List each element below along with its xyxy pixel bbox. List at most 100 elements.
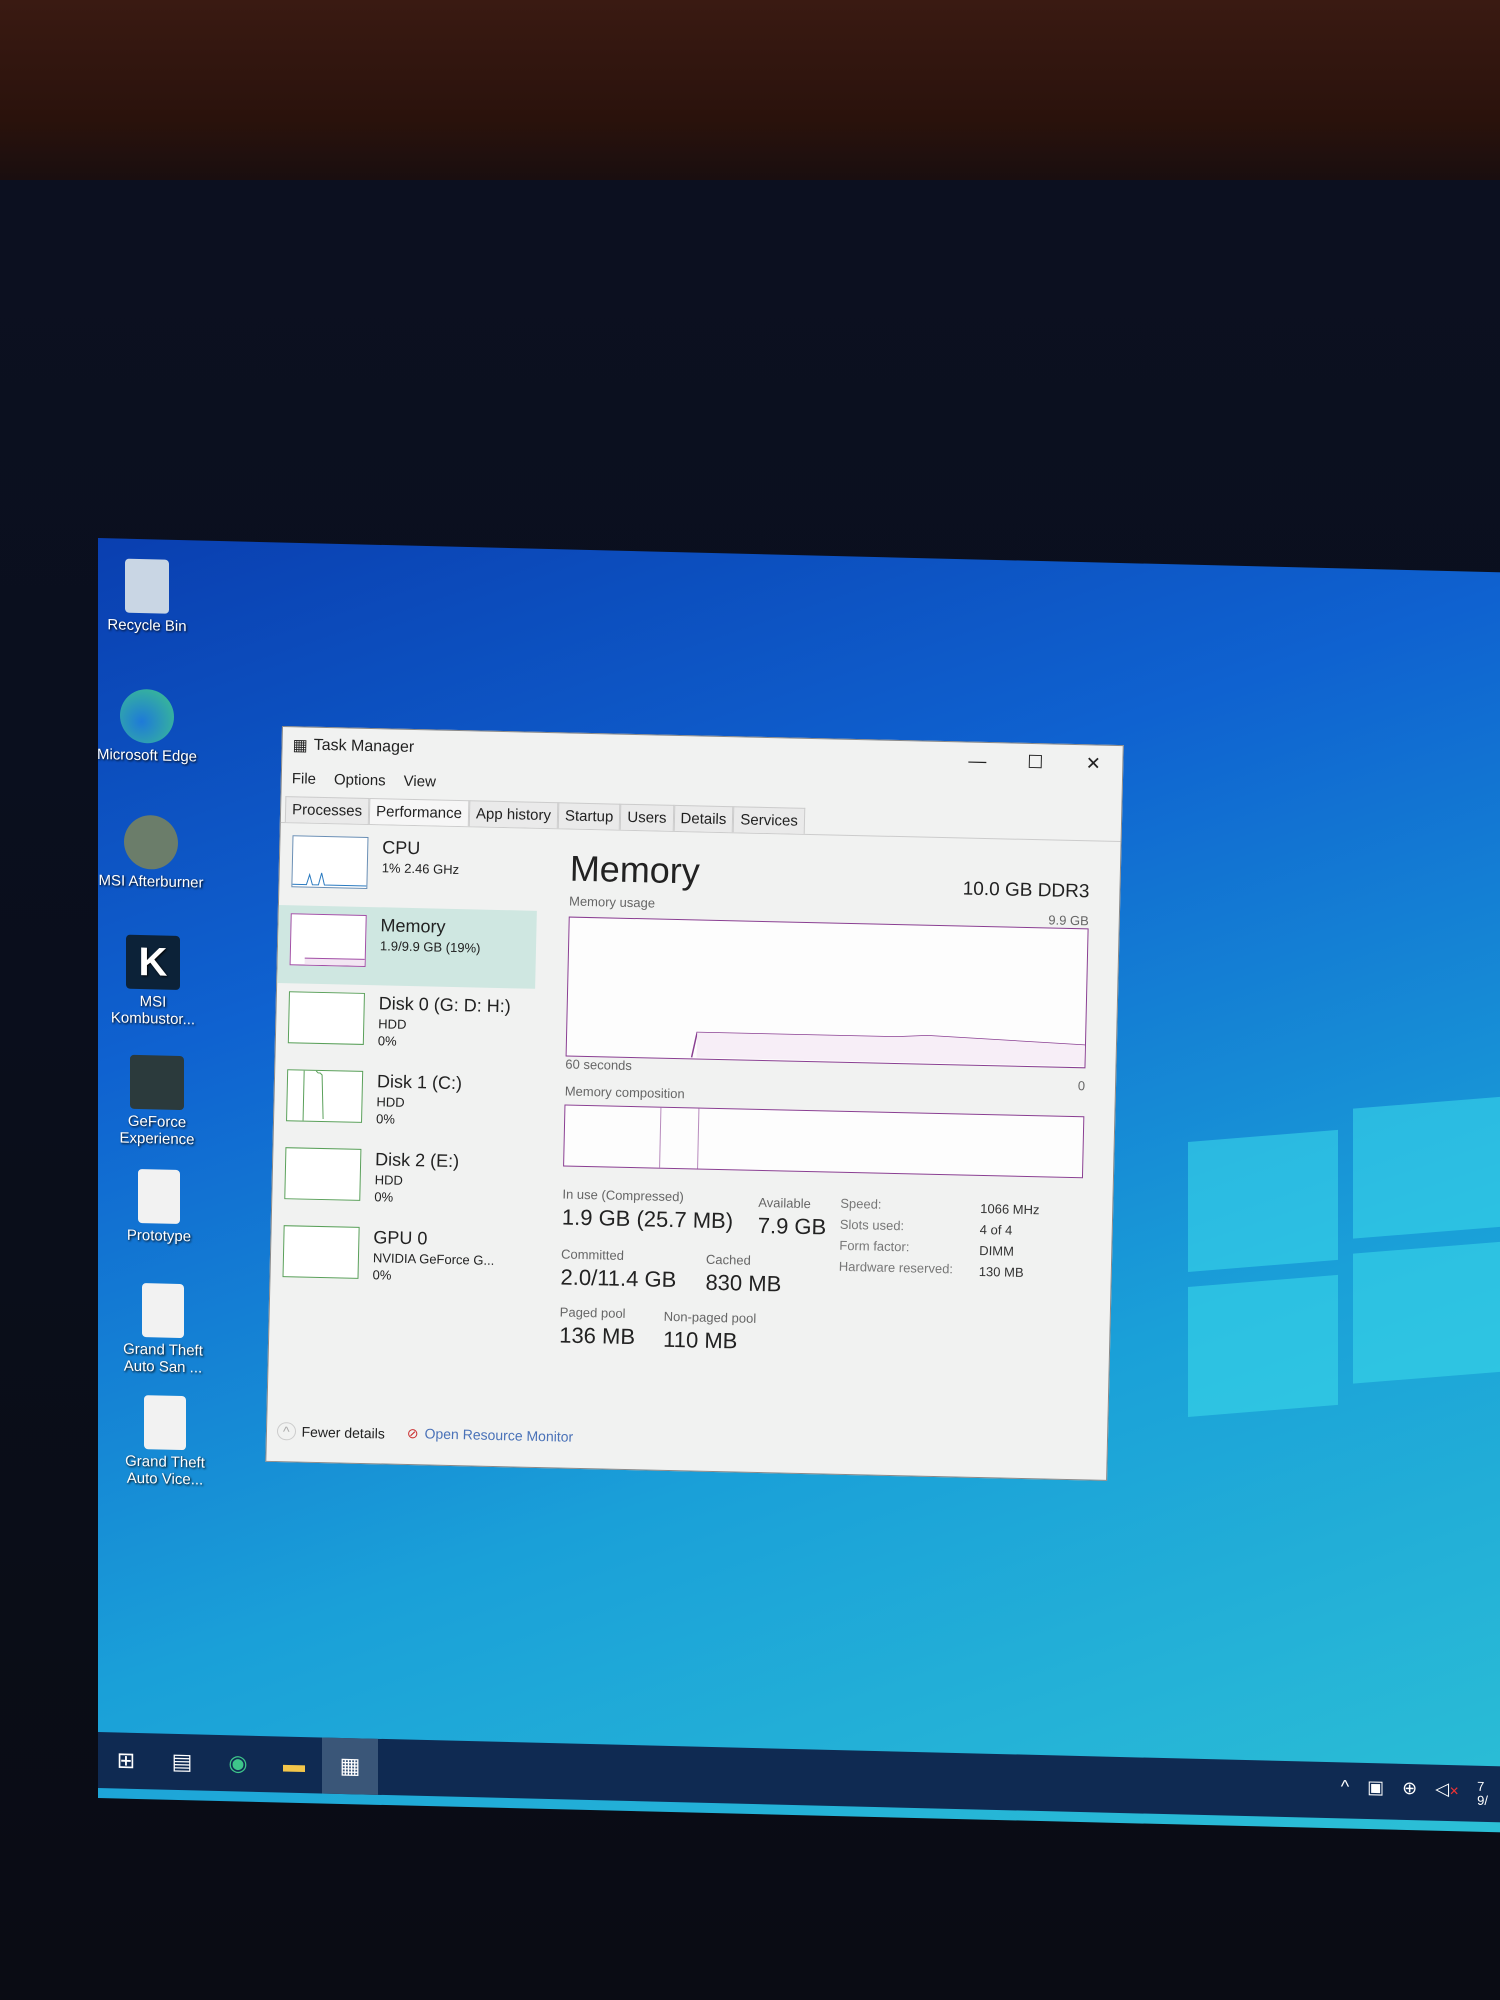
cpu-sparkline (292, 872, 367, 887)
task-manager-window: ▦ Task Manager — ☐ ✕ File Options View P… (265, 726, 1124, 1481)
paged-pool-label: Paged pool (559, 1304, 626, 1321)
task-view-icon: ▤ (171, 1748, 193, 1775)
zero-label: 0 (1077, 1078, 1086, 1094)
desktop-icon-kombustor[interactable]: K MSI Kombustor... (98, 934, 208, 1029)
folder-icon: ▬ (283, 1751, 305, 1778)
item-name: GPU 0 (373, 1227, 428, 1249)
tab-app-history[interactable]: App history (468, 800, 559, 829)
item-name: Disk 2 (E:) (374, 1149, 460, 1172)
memory-thumbnail-graph (289, 913, 367, 967)
item-usage: 0% (372, 1267, 392, 1283)
clock[interactable]: 7 9/ (1477, 1779, 1488, 1808)
speed-value: 1066 MHz (980, 1200, 1040, 1218)
disk-thumbnail-graph (286, 1069, 364, 1123)
tab-processes[interactable]: Processes (284, 796, 370, 824)
cpu-thumbnail-graph (291, 835, 369, 889)
committed-label: Committed (560, 1246, 625, 1263)
menu-options[interactable]: Options (334, 771, 386, 789)
item-name: Disk 0 (G: D: H:) (378, 993, 511, 1017)
desktop-icon-gta-vc[interactable]: Grand Theft Auto Vice... (110, 1394, 220, 1489)
desktop-icon-prototype[interactable]: Prototype (104, 1168, 214, 1246)
desktop-icon-edge[interactable]: Microsoft Edge (98, 688, 202, 766)
item-usage: 0% (374, 1189, 394, 1205)
taskbar-task-manager[interactable]: ▦ (322, 1737, 378, 1795)
sidebar-item-disk0[interactable]: Disk 0 (G: D: H:) HDD 0% (275, 983, 535, 1067)
hw-reserved-label: Hardware reserved: (838, 1258, 954, 1277)
network-icon[interactable]: ⊕ (1402, 1778, 1417, 1806)
resource-monitor-icon: ⊘ (406, 1425, 419, 1442)
desktop-icon-afterburner[interactable]: MSI Afterburner (98, 814, 206, 892)
item-detail: HDD (374, 1172, 404, 1188)
usage-label: Memory usage (568, 893, 656, 911)
afterburner-icon (124, 814, 178, 870)
modified-segment (660, 1107, 700, 1169)
available-value: 7.9 GB (757, 1212, 827, 1240)
memory-usage-line (690, 1031, 1086, 1067)
system-tray: ^ ▣ ⊕ ◁✕ 7 9/ (1341, 1776, 1488, 1808)
taskbar-file-explorer[interactable]: ▬ (266, 1736, 322, 1793)
available-label: Available (758, 1194, 812, 1212)
slots-label: Slots used: (839, 1216, 905, 1234)
edge-icon (120, 688, 174, 744)
nonpaged-pool-value: 110 MB (662, 1326, 738, 1354)
tab-users[interactable]: Users (620, 803, 674, 831)
memory-usage-graph (565, 916, 1089, 1069)
file-icon (138, 1168, 180, 1225)
chevron-up-icon: ^ (276, 1421, 296, 1440)
footer: ^ Fewer details ⊘ Open Resource Monitor (276, 1421, 574, 1446)
fewer-details-button[interactable]: ^ Fewer details (276, 1421, 385, 1441)
nonpaged-pool-label: Non-paged pool (663, 1308, 757, 1326)
geforce-icon (130, 1054, 184, 1111)
device-icon[interactable]: ▣ (1367, 1777, 1384, 1805)
open-resource-monitor-link[interactable]: ⊘ Open Resource Monitor (407, 1425, 574, 1446)
sidebar-item-disk1[interactable]: Disk 1 (C:) HDD 0% (274, 1061, 534, 1145)
tab-services[interactable]: Services (733, 806, 806, 834)
task-manager-icon: ▦ (292, 737, 308, 755)
kombustor-icon: K (126, 934, 180, 991)
desktop-icon-recycle-bin[interactable]: Recycle Bin (98, 558, 202, 636)
speed-label: Speed: (840, 1195, 882, 1212)
sidebar-item-disk2[interactable]: Disk 2 (E:) HDD 0% (272, 1139, 532, 1223)
desktop-icon-gta-sa[interactable]: Grand Theft Auto San ... (108, 1282, 218, 1377)
minimize-button[interactable]: — (948, 742, 1007, 779)
item-detail: 1% 2.46 GHz (381, 860, 460, 878)
cached-label: Cached (705, 1251, 751, 1268)
memory-composition-bar (563, 1104, 1085, 1179)
background-room (0, 0, 1500, 200)
resource-list: CPU 1% 2.46 GHz Memory 1.9/9.9 GB (19%) Di… (270, 827, 539, 1301)
gpu-thumbnail-graph (282, 1225, 360, 1279)
close-button[interactable]: ✕ (1064, 745, 1123, 782)
hw-reserved-value: 130 MB (978, 1263, 1024, 1280)
item-detail: NVIDIA GeForce G... (372, 1250, 495, 1268)
disk-thumbnail-graph (287, 991, 365, 1045)
menu-view[interactable]: View (403, 772, 436, 790)
memory-stats: In use (Compressed) 1.9 GB (25.7 MB) Avai… (559, 1186, 1083, 1368)
file-icon (144, 1395, 186, 1451)
maximize-button[interactable]: ☐ (1006, 743, 1065, 780)
start-button[interactable]: ⊞ (98, 1732, 154, 1789)
tab-performance[interactable]: Performance (368, 798, 470, 827)
tab-details[interactable]: Details (673, 804, 734, 833)
taskbar-edge[interactable]: ◉ (210, 1735, 266, 1792)
memory-panel: Memory 10.0 GB DDR3 Memory usage 9.9 GB … (559, 834, 1091, 1369)
windows-logo-wallpaper (1188, 1095, 1500, 1422)
in-use-value: 1.9 GB (25.7 MB) (561, 1204, 734, 1234)
sidebar-item-memory[interactable]: Memory 1.9/9.9 GB (19%) (277, 904, 537, 989)
item-detail: HDD (378, 1016, 407, 1032)
sidebar-item-cpu[interactable]: CPU 1% 2.46 GHz (279, 827, 539, 911)
item-detail: 1.9/9.9 GB (19%) (379, 938, 481, 956)
item-name: Memory (380, 915, 446, 937)
sidebar-item-gpu0[interactable]: GPU 0 NVIDIA GeForce G... 0% (270, 1217, 530, 1301)
menu-file[interactable]: File (292, 770, 317, 788)
desktop-icon-geforce[interactable]: GeForce Experience (102, 1054, 212, 1149)
tab-startup[interactable]: Startup (557, 802, 621, 830)
file-icon (142, 1283, 184, 1339)
item-usage: 0% (377, 1033, 397, 1049)
memory-spec: 10.0 GB DDR3 (962, 878, 1090, 903)
task-view-button[interactable]: ▤ (154, 1733, 210, 1790)
recycle-bin-icon (125, 558, 169, 614)
task-manager-icon: ▦ (339, 1752, 361, 1779)
volume-muted-icon[interactable]: ◁✕ (1435, 1779, 1459, 1808)
chevron-up-icon[interactable]: ^ (1341, 1776, 1349, 1804)
window-title: Task Manager (313, 736, 415, 757)
